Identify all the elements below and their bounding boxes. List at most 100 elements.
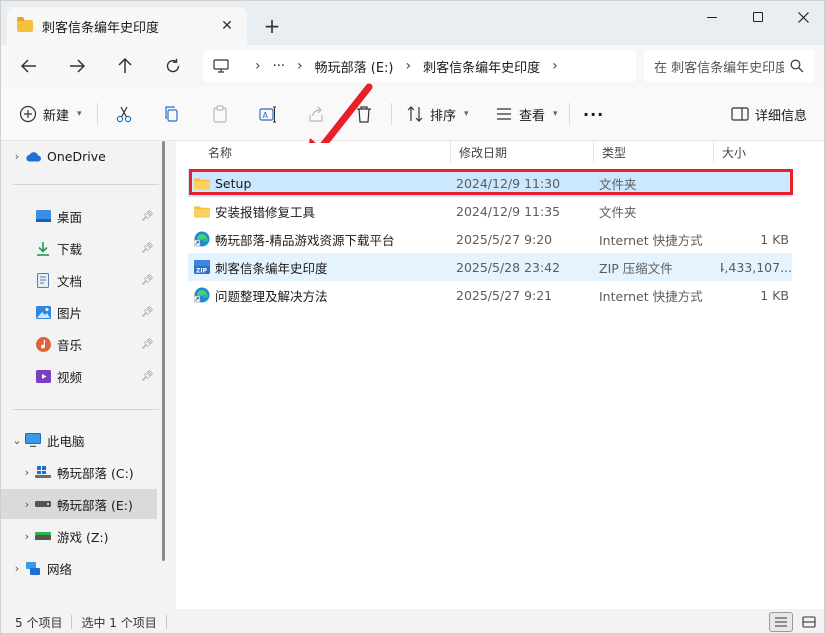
file-name: 问题整理及解决方法 xyxy=(215,288,328,304)
file-type: Internet 快捷方式 xyxy=(599,232,703,248)
file-name-cell: Setup xyxy=(194,169,444,197)
status-divider xyxy=(165,615,167,629)
refresh-icon xyxy=(166,58,180,73)
up-button[interactable] xyxy=(109,51,141,81)
plus-circle-icon xyxy=(19,105,37,123)
scrollbar-thumb[interactable] xyxy=(162,141,165,561)
forward-button[interactable] xyxy=(61,51,93,81)
cut-button[interactable] xyxy=(115,100,133,128)
trash-icon xyxy=(357,106,371,123)
address-bar[interactable]: › ··· › 畅玩部落 (E:) › 刺客信条编年史印度 › xyxy=(203,50,636,82)
details-view-button[interactable] xyxy=(769,612,793,632)
details-pane-button[interactable]: 详细信息 xyxy=(731,100,807,128)
sidebar-item-drive-c[interactable]: › 畅玩部落 (C:) xyxy=(1,457,159,487)
pin-icon[interactable]: 📌︎ xyxy=(141,307,154,318)
file-row-repair-tool[interactable]: 安装报错修复工具 2024/12/9 11:35 文件夹 xyxy=(188,197,792,225)
view-icon xyxy=(497,108,511,120)
share-icon xyxy=(309,106,323,122)
pin-icon[interactable]: 📌︎ xyxy=(141,275,154,286)
sidebar-item-videos[interactable]: 视频 📌︎ xyxy=(1,361,159,391)
sidebar-scrollbar[interactable] xyxy=(162,141,166,591)
file-modified: 2025/5/28 23:42 xyxy=(456,259,561,275)
file-modified: 2024/12/9 11:30 xyxy=(456,175,561,191)
file-row-zip[interactable]: ZIP 刺客信条编年史印度 2025/5/28 23:42 ZIP 压缩文件 4… xyxy=(188,253,792,281)
sidebar-item-onedrive[interactable]: › OneDrive xyxy=(1,141,159,171)
chevron-right-icon: › xyxy=(24,497,30,511)
cloud-icon xyxy=(25,148,41,164)
status-bar: 5 个项目 选中 1 个项目 xyxy=(1,609,824,633)
pin-icon[interactable]: 📌︎ xyxy=(141,339,154,350)
paste-button[interactable] xyxy=(211,100,229,128)
pin-icon[interactable]: 📌︎ xyxy=(141,243,154,254)
close-tab-icon[interactable]: ✕ xyxy=(217,16,237,36)
sort-button[interactable]: 排序 ▾ xyxy=(406,100,469,128)
search-input[interactable]: 在 刺客信条编年史印度 中搜索 xyxy=(644,50,814,82)
breadcrumb-folder[interactable]: 刺客信条编年史印度 xyxy=(423,57,540,76)
sidebar-item-drive-e[interactable]: › 畅玩部落 (E:) xyxy=(1,489,157,519)
chevron-right-icon: › xyxy=(14,149,20,163)
column-header-type[interactable]: 类型 xyxy=(594,141,714,163)
sidebar-item-documents[interactable]: 文档 📌︎ xyxy=(1,265,159,295)
tiles-view-icon xyxy=(802,616,816,628)
share-button[interactable] xyxy=(307,100,325,128)
refresh-button[interactable] xyxy=(157,51,189,81)
chevron-right-icon: › xyxy=(14,561,20,575)
svg-text:ZIP: ZIP xyxy=(196,268,208,275)
sidebar-item-drive-z[interactable]: › 游戏 (Z:) xyxy=(1,521,159,551)
file-row-faq[interactable]: 问题整理及解决方法 2025/5/27 9:21 Internet 快捷方式 1… xyxy=(188,281,792,309)
pin-icon[interactable]: 📌︎ xyxy=(141,211,154,222)
sidebar-item-label: OneDrive xyxy=(47,148,106,164)
close-window-button[interactable] xyxy=(780,1,824,33)
sidebar-item-label: 文档 xyxy=(57,273,83,289)
chevron-right-icon: › xyxy=(297,58,303,74)
file-size: 1 KB xyxy=(760,287,789,303)
sidebar-item-downloads[interactable]: 下载 📌︎ xyxy=(1,233,159,263)
back-button[interactable] xyxy=(13,51,45,81)
sidebar-item-desktop[interactable]: 桌面 📌︎ xyxy=(1,201,159,231)
desktop-icon xyxy=(35,208,51,224)
new-tab-button[interactable]: + xyxy=(259,13,285,39)
file-modified: 2024/12/9 11:35 xyxy=(456,203,561,219)
sidebar-item-pictures[interactable]: 图片 📌︎ xyxy=(1,297,159,327)
document-icon xyxy=(35,272,51,288)
tiles-view-button[interactable] xyxy=(797,612,821,632)
new-button[interactable]: 新建 ▾ xyxy=(19,100,82,128)
sidebar-divider xyxy=(13,184,159,185)
sidebar-divider xyxy=(13,409,159,410)
file-row-setup[interactable]: Setup 2024/12/9 11:30 文件夹 xyxy=(188,169,792,197)
navigation-bar: › ··· › 畅玩部落 (E:) › 刺客信条编年史印度 › 在 刺客信条编年… xyxy=(1,45,824,87)
edge-shortcut-icon xyxy=(194,287,210,303)
column-header-name[interactable]: 名称 xyxy=(200,141,451,163)
sidebar-item-network[interactable]: › 网络 xyxy=(1,553,159,583)
pin-icon[interactable]: 📌︎ xyxy=(141,371,154,382)
toolbar-divider xyxy=(97,103,98,125)
drive-icon xyxy=(35,528,51,544)
view-label: 查看 xyxy=(519,108,546,124)
more-options-button[interactable]: ··· xyxy=(583,100,604,128)
delete-button[interactable] xyxy=(355,100,373,128)
file-row-shortcut-platform[interactable]: 畅玩部落-精品游戏资源下载平台 2025/5/27 9:20 Internet … xyxy=(188,225,792,253)
breadcrumb-overflow[interactable]: ··· xyxy=(273,59,285,74)
column-header-size[interactable]: 大小 xyxy=(714,141,794,163)
column-header-modified[interactable]: 修改日期 xyxy=(451,141,594,163)
folder-icon xyxy=(194,175,210,191)
arrow-up-icon xyxy=(118,58,132,73)
file-type: ZIP 压缩文件 xyxy=(599,260,673,276)
file-name: 刺客信条编年史印度 xyxy=(215,260,328,276)
sidebar-item-label: 此电脑 xyxy=(47,433,85,449)
minimize-button[interactable] xyxy=(689,1,735,33)
breadcrumb-drive[interactable]: 畅玩部落 (E:) xyxy=(315,57,394,76)
zip-icon: ZIP xyxy=(194,259,210,275)
sidebar-item-music[interactable]: 音乐 📌︎ xyxy=(1,329,159,359)
maximize-button[interactable] xyxy=(735,1,781,33)
clipboard-icon xyxy=(213,105,227,123)
copy-button[interactable] xyxy=(163,100,181,128)
music-icon xyxy=(35,336,51,352)
details-view-icon xyxy=(775,617,787,627)
view-button[interactable]: 查看 ▾ xyxy=(495,100,558,128)
edge-shortcut-icon xyxy=(194,231,210,247)
sidebar-item-this-pc[interactable]: ⌄ 此电脑 xyxy=(1,425,159,455)
command-bar: 新建 ▾ A 排序 ▾ 查看 ▾ ··· 详细信息 xyxy=(1,87,824,141)
rename-button[interactable]: A xyxy=(259,100,277,128)
active-tab[interactable]: 刺客信条编年史印度 ✕ xyxy=(7,7,247,45)
